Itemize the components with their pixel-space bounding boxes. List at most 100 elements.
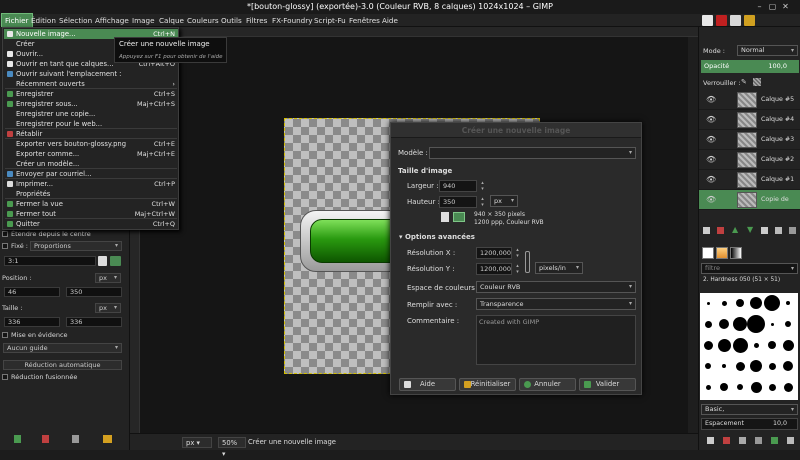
brush-preview[interactable] (768, 341, 776, 349)
brush-preview[interactable] (783, 361, 793, 371)
eye-icon[interactable]: 👁 (706, 90, 716, 110)
layer-row[interactable]: 👁 Calque #5 (699, 90, 800, 110)
brush-preview[interactable] (750, 297, 762, 309)
highlight-option[interactable]: Mise en évidence (2, 330, 68, 340)
lower-layer-icon[interactable]: ▼ (747, 225, 753, 234)
file-menu-item[interactable]: Exporter vers bouton-glossy.png Ctrl+E (4, 139, 178, 149)
merged-checkbox[interactable] (2, 374, 8, 380)
brush-preview[interactable] (783, 382, 793, 392)
resy-input[interactable]: 1200,000 (476, 263, 512, 275)
reset-options-icon[interactable] (103, 435, 112, 443)
brush-preview[interactable] (732, 337, 748, 353)
mode-select[interactable]: Normal ▾ (737, 45, 798, 56)
size-unit-select[interactable]: px ▾ (95, 303, 121, 313)
brush-tab-icon[interactable] (702, 15, 713, 26)
brush-preview[interactable] (753, 342, 759, 348)
status-unit-select[interactable]: px ▾ (182, 437, 212, 448)
layer-row[interactable]: 👁 Calque #2 (699, 150, 800, 170)
menu-outils[interactable]: Outils (221, 14, 242, 27)
eye-icon[interactable]: 👁 (706, 110, 716, 130)
minimize-icon[interactable]: – (755, 2, 764, 11)
landscape-icon[interactable] (453, 212, 465, 222)
brush-preview[interactable] (750, 360, 762, 372)
expand-center-checkbox[interactable] (2, 231, 8, 237)
menu-fichier[interactable]: Fichier (1, 13, 33, 28)
brush-preview[interactable] (705, 363, 711, 369)
delete-layer-icon[interactable] (789, 227, 796, 234)
height-spinner[interactable]: ▴ ▾ (479, 196, 486, 208)
file-menu-item[interactable]: Fermer la vue Ctrl+W (4, 199, 178, 209)
file-menu-item[interactable]: Exporter comme... Maj+Ctrl+E (4, 149, 178, 159)
unit-select[interactable]: px ▾ (490, 195, 518, 207)
merged-option[interactable]: Réduction fusionnée (2, 372, 77, 382)
menu-filtres[interactable]: Filtres (246, 14, 267, 27)
lock-pixels-icon[interactable]: ✎ (741, 78, 748, 86)
vertical-scrollbar[interactable] (688, 37, 698, 433)
fixed-checkbox[interactable] (2, 243, 8, 249)
eye-icon[interactable]: 👁 (706, 130, 716, 150)
eye-icon[interactable]: 👁 (706, 190, 716, 210)
duplicate-layer-icon[interactable] (761, 227, 768, 234)
brush-preview[interactable] (747, 315, 765, 333)
new-group-icon[interactable] (717, 227, 724, 234)
highlight-checkbox[interactable] (2, 332, 8, 338)
layer-row[interactable]: 👁 Copie de (699, 190, 800, 210)
template-select[interactable]: ▾ (429, 147, 636, 159)
width-spinner[interactable]: ▴ ▾ (479, 180, 486, 192)
open-brush-icon[interactable] (787, 437, 794, 444)
brush-icon[interactable] (702, 247, 714, 259)
brush-preview[interactable] (703, 340, 713, 350)
brush-preview[interactable] (706, 301, 710, 305)
resx-spinner[interactable]: ▴ ▾ (514, 247, 521, 259)
reset-button[interactable]: Réinitialiser (459, 378, 516, 391)
portrait-icon[interactable] (441, 212, 449, 222)
brush-tag-select[interactable]: Basic, ▾ (701, 404, 798, 415)
spacing-slider[interactable]: Espacement 10,0 (701, 418, 798, 430)
brush-preview[interactable] (717, 338, 731, 352)
menu-script-fu[interactable]: Script-Fu (314, 14, 346, 27)
menu-couleurs[interactable]: Couleurs (187, 14, 219, 27)
pattern-icon[interactable] (716, 247, 728, 259)
fill-select[interactable]: Transparence ▾ (476, 298, 636, 310)
maximize-icon[interactable]: ▢ (768, 2, 777, 11)
fixed-option[interactable]: Fixé : (2, 241, 28, 251)
auto-shrink-button[interactable]: Réduction automatique (3, 360, 122, 370)
width-input[interactable]: 940 (439, 180, 477, 192)
brush-preview[interactable] (720, 383, 728, 391)
fixed-mode-select[interactable]: Proportions ▾ (30, 241, 122, 251)
lock-alpha-icon[interactable] (753, 78, 761, 86)
edit-brush-icon[interactable] (707, 437, 714, 444)
brush-preview[interactable] (782, 339, 794, 351)
layer-row[interactable]: 👁 Calque #1 (699, 170, 800, 190)
ratio-input[interactable]: 3:1 (4, 256, 96, 266)
restore-options-icon[interactable] (42, 435, 49, 443)
brush-preview[interactable] (735, 361, 745, 371)
brush-filter-input[interactable]: filtre ▾ (701, 263, 798, 274)
portrait-icon[interactable] (98, 256, 107, 266)
brush-grid[interactable] (700, 293, 798, 400)
new-layer-icon[interactable] (703, 227, 710, 234)
help-button[interactable]: Aide (399, 378, 456, 391)
file-menu-item[interactable]: Quitter Ctrl+Q (4, 219, 178, 229)
position-x-input[interactable]: 46 (4, 287, 60, 297)
resolution-unit-select[interactable]: pixels/in ▾ (535, 262, 583, 274)
menu-fx-foundry[interactable]: FX-Foundry (272, 14, 312, 27)
menu-edition[interactable]: Édition (31, 14, 56, 27)
chain-link-icon[interactable] (525, 251, 530, 273)
comment-textarea[interactable]: Created with GIMP (476, 315, 636, 365)
brush-preview[interactable] (764, 295, 780, 311)
delete-options-icon[interactable] (72, 435, 79, 443)
file-menu-item[interactable]: Enregistrer Ctrl+S (4, 89, 178, 99)
font-tab-icon[interactable] (730, 15, 741, 26)
size-w-input[interactable]: 336 (4, 317, 60, 327)
gradient-icon[interactable] (730, 247, 742, 259)
pattern-tab-icon[interactable] (716, 15, 727, 26)
save-options-icon[interactable] (14, 435, 21, 443)
file-menu-item[interactable]: Enregistrer une copie... (4, 109, 178, 119)
brush-preview[interactable] (737, 384, 743, 390)
position-y-input[interactable]: 350 (66, 287, 122, 297)
brush-preview[interactable] (736, 299, 744, 307)
new-brush-icon[interactable] (723, 437, 730, 444)
raise-layer-icon[interactable]: ▲ (732, 225, 738, 234)
opacity-slider[interactable]: Opacité 100,0 (701, 60, 799, 73)
